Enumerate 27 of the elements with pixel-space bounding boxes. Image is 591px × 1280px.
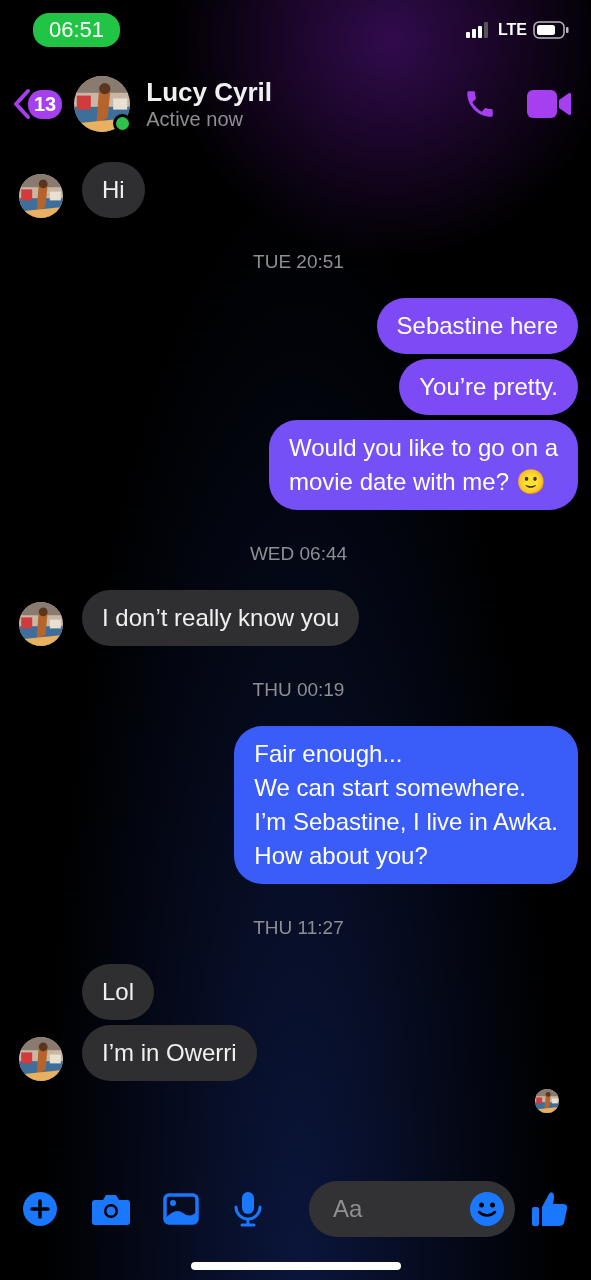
contact-name: Lucy Cyril (146, 77, 272, 108)
timestamp: TUE 20:51 (253, 251, 344, 273)
message-bubble: You’re pretty. (399, 359, 578, 415)
add-button[interactable] (22, 1191, 58, 1227)
message-bubble: I don’t really know you (82, 590, 360, 646)
unread-badge: 13 (28, 89, 63, 119)
message-bubble: Lol (82, 964, 155, 1020)
network-label: LTE (497, 21, 527, 39)
microphone-icon[interactable] (233, 1191, 263, 1227)
emoji-icon[interactable] (469, 1191, 505, 1227)
camera-icon[interactable] (91, 1192, 131, 1226)
message-bubble: I’m in Owerri (82, 1025, 257, 1081)
presence-status: Active now (146, 108, 244, 131)
message-bubble: Would you like to go on a movie date with me? 🙂 (268, 420, 578, 510)
image-icon[interactable] (163, 1193, 199, 1225)
thumbs-up-icon[interactable] (531, 1190, 569, 1228)
message-bubble: Hi (82, 162, 145, 218)
battery-icon (533, 21, 569, 39)
timestamp: WED 06:44 (249, 543, 348, 565)
message-bubble: Sebastine here (376, 298, 578, 354)
timestamp: THU 11:27 (253, 917, 344, 939)
status-time: 06:51 (33, 13, 121, 47)
message-field[interactable]: Aa (309, 1181, 515, 1237)
message-bubble: Fair enough... We can start somewhere. I’m Sebastine, I live in Awka. How about you? (234, 726, 578, 884)
video-camera-icon[interactable] (527, 89, 571, 119)
back-icon[interactable] (12, 88, 32, 120)
timestamp: THU 00:19 (252, 679, 345, 701)
